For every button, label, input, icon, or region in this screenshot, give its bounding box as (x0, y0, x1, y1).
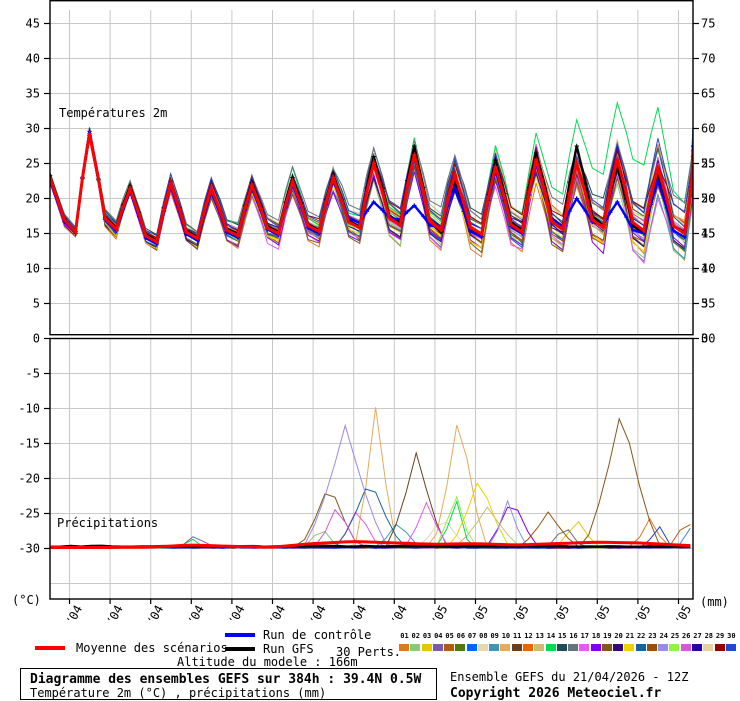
copyright-label: Copyright 2026 Meteociel.fr (450, 686, 662, 701)
mean-legend-label: Moyenne des scénarios (76, 641, 228, 655)
svg-text:27/04: 27/04 (259, 603, 288, 620)
left-axis-unit-label: (°C) (12, 593, 41, 607)
svg-text:65: 65 (701, 87, 715, 101)
svg-text:60: 60 (701, 122, 715, 136)
svg-text:30/04: 30/04 (381, 603, 410, 620)
svg-text:35: 35 (26, 87, 40, 101)
svg-text:0: 0 (701, 332, 708, 346)
svg-text:06/05: 06/05 (624, 603, 653, 620)
svg-text:25: 25 (701, 157, 715, 171)
svg-text:04/05: 04/05 (543, 603, 572, 620)
svg-text:26/04: 26/04 (218, 603, 247, 620)
control-line-swatch (225, 633, 255, 637)
altitude-label: Altitude du modele : 166m (177, 655, 358, 669)
perturbation-color-strip: 01 02 03 04 05 06 07 08 09 10 11 12 13 14 15 16 17 18 19 20… (399, 632, 737, 654)
diagram-subtitle: Température 2m (°C) , précipitations (mm… (30, 686, 327, 700)
svg-text:10: 10 (701, 262, 715, 276)
svg-text:0: 0 (33, 332, 40, 346)
temperature-panel-label: Températures 2m (59, 106, 168, 120)
gfs-line-swatch (225, 647, 255, 651)
svg-text:24/04: 24/04 (137, 603, 166, 620)
svg-text:-10: -10 (18, 402, 40, 416)
svg-text:03/05: 03/05 (502, 603, 531, 620)
svg-text:23/04: 23/04 (96, 603, 125, 620)
svg-text:-15: -15 (18, 437, 40, 451)
svg-text:28/04: 28/04 (299, 603, 328, 620)
mean-line-swatch (35, 646, 65, 650)
svg-text:22/04: 22/04 (56, 603, 85, 620)
svg-text:-20: -20 (18, 472, 40, 486)
svg-text:5: 5 (701, 297, 708, 311)
gfs-legend-label: Run GFS (263, 642, 314, 656)
svg-text:02/05: 02/05 (462, 603, 491, 620)
svg-text:25/04: 25/04 (178, 603, 207, 620)
svg-text:20: 20 (26, 192, 40, 206)
diagram-title: Diagramme des ensembles GEFS sur 384h : … (30, 672, 422, 687)
control-legend-label: Run de contrôle (263, 628, 372, 642)
svg-text:5: 5 (33, 297, 40, 311)
run-info-label: Ensemble GEFS du 21/04/2026 - 12Z (450, 670, 689, 684)
svg-text:40: 40 (26, 52, 40, 66)
svg-text:25: 25 (26, 157, 40, 171)
svg-text:10: 10 (26, 262, 40, 276)
svg-text:29/04: 29/04 (340, 603, 369, 620)
svg-text:-25: -25 (18, 507, 40, 521)
svg-text:70: 70 (701, 52, 715, 66)
svg-text:15: 15 (701, 227, 715, 241)
svg-text:15: 15 (26, 227, 40, 241)
svg-text:45: 45 (26, 17, 40, 31)
svg-text:-30: -30 (18, 542, 40, 556)
precipitation-panel-label: Précipitations (57, 516, 159, 530)
footer-title-box: Diagramme des ensembles GEFS sur 384h : … (20, 668, 437, 700)
right-axis-unit-label: (mm) (700, 595, 729, 609)
svg-text:07/05: 07/05 (665, 603, 694, 620)
svg-text:30: 30 (26, 122, 40, 136)
meteociel-gefs-ensemble-page: { "ui": { "panel_labels": { "temperature… (0, 0, 740, 701)
svg-text:01/05: 01/05 (421, 603, 450, 620)
svg-text:-5: -5 (26, 367, 40, 381)
svg-text:05/05: 05/05 (584, 603, 613, 620)
svg-text:75: 75 (701, 17, 715, 31)
svg-text:20: 20 (701, 192, 715, 206)
